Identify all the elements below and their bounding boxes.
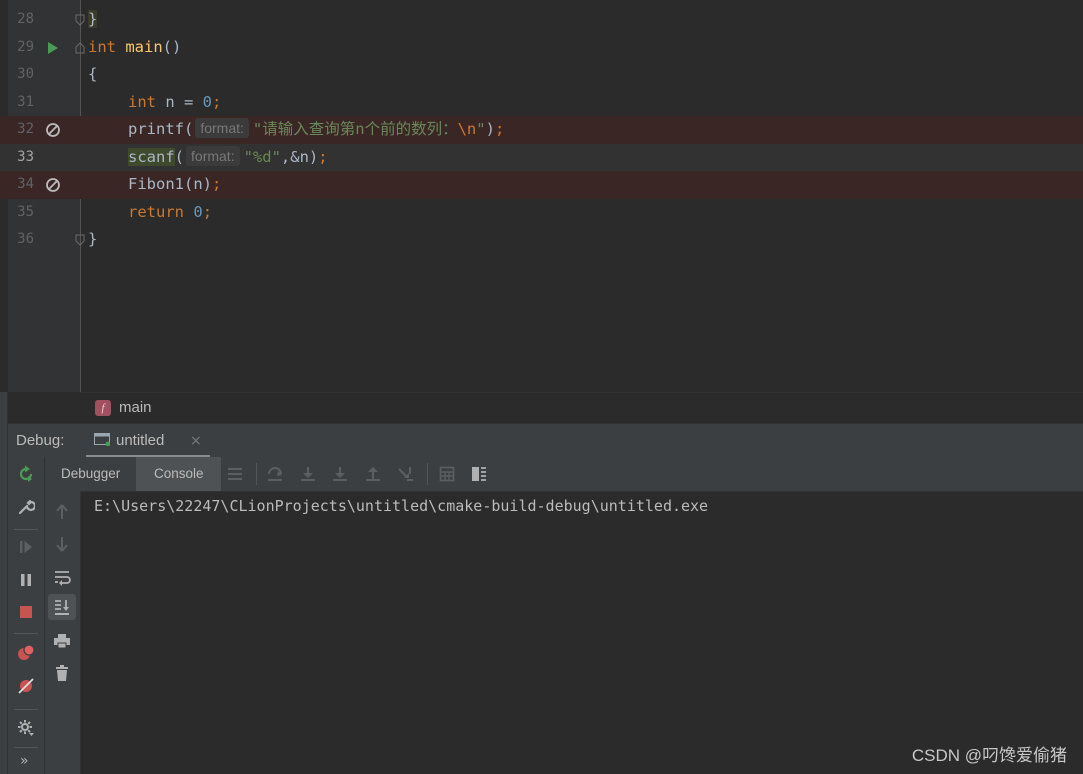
debug-tool-window-header: Debug: untitled × (8, 423, 1083, 458)
breadcrumb: f main (80, 392, 1083, 423)
menu-lines-icon[interactable] (226, 465, 244, 483)
scroll-to-end-button[interactable] (48, 594, 76, 620)
separator (14, 709, 38, 710)
line-number: 31 (17, 93, 34, 110)
print-icon[interactable] (53, 632, 71, 650)
run-to-cursor-icon[interactable] (397, 465, 415, 483)
code-editor[interactable]: 28 } 29 int main() 30 { 31 int n = 0; 32… (0, 0, 1083, 392)
code-text: } (88, 10, 98, 28)
line-number: 29 (17, 38, 34, 55)
code-text: } (88, 230, 98, 248)
line-number: 35 (17, 203, 34, 220)
code-text: { (88, 65, 98, 83)
fold-marker-icon[interactable] (75, 14, 85, 26)
line-number: 33 (17, 148, 34, 165)
console-window-icon (94, 433, 110, 446)
code-text: Fibon1(n); (128, 175, 222, 193)
step-into-icon[interactable] (299, 465, 317, 483)
force-step-into-icon[interactable] (331, 465, 349, 483)
fold-marker-icon[interactable] (75, 234, 85, 246)
code-line-35[interactable]: 35 return 0; (0, 199, 1083, 227)
more-actions-icon[interactable]: » (20, 753, 29, 769)
line-number: 30 (17, 66, 34, 82)
code-line-34[interactable]: 34 Fibon1(n); (0, 171, 1083, 199)
line-number: 36 (17, 231, 34, 247)
soft-wrap-icon[interactable] (53, 568, 71, 586)
code-line-29[interactable]: 29 int main() (0, 34, 1083, 62)
trash-icon[interactable] (53, 664, 71, 682)
code-line-30[interactable]: 30 { (0, 61, 1083, 89)
close-icon[interactable]: × (190, 424, 202, 458)
debug-title: Debug: (16, 432, 65, 449)
debug-panel: » Debugger Console E:\Users\22247\CLionP… (8, 457, 1083, 774)
code-text: int n = 0; (128, 92, 222, 111)
run-gutter-icon[interactable] (45, 40, 61, 56)
function-icon: f (95, 400, 111, 416)
separator (14, 747, 38, 748)
line-number: 34 (17, 176, 34, 192)
debug-action-bar: » (8, 457, 45, 774)
code-text: printf(format: "请输入查询第n个前的数列：\n"); (128, 118, 505, 138)
debug-tabs-toolbar: Debugger Console (45, 457, 1083, 492)
console-output[interactable]: E:\Users\22247\CLionProjects\untitled\cm… (94, 497, 708, 515)
fold-marker-icon[interactable] (75, 41, 85, 54)
code-line-31[interactable]: 31 int n = 0; (0, 89, 1083, 117)
code-line-32[interactable]: 32 printf(format: "请输入查询第n个前的数列：\n"); (0, 116, 1083, 144)
stop-icon[interactable] (17, 603, 35, 621)
code-line-36[interactable]: 36 } (0, 226, 1083, 254)
watermark: CSDN @叼馋爱偷猪 (911, 746, 1067, 765)
code-text: int main() (88, 37, 182, 56)
separator (256, 463, 257, 485)
arrow-down-icon[interactable] (53, 535, 71, 553)
settings-wrench-icon[interactable] (17, 498, 35, 516)
parameter-hint: format: (195, 118, 249, 138)
restore-layout-icon[interactable] (470, 465, 488, 483)
scroll-to-end-icon (55, 600, 69, 615)
mute-breakpoints-icon[interactable] (17, 677, 35, 695)
code-text: return 0; (128, 202, 213, 221)
separator (427, 463, 428, 485)
step-out-icon[interactable] (364, 465, 382, 483)
disabled-breakpoint-icon[interactable] (45, 177, 61, 193)
tab-debugger[interactable]: Debugger (61, 457, 120, 491)
parameter-hint: format: (186, 145, 240, 166)
tab-console[interactable]: Console (154, 457, 204, 491)
code-text: scanf(format: "%d",&n); (128, 145, 328, 166)
gear-icon[interactable] (17, 719, 35, 737)
rerun-icon[interactable] (17, 465, 35, 483)
breadcrumb-item-main[interactable]: main (119, 393, 152, 423)
line-number: 32 (17, 121, 34, 137)
line-number: 28 (17, 11, 34, 27)
run-config-tab[interactable]: untitled × (86, 424, 210, 458)
code-line-28[interactable]: 28 } (0, 6, 1083, 34)
view-breakpoints-icon[interactable] (17, 644, 35, 662)
disabled-breakpoint-icon[interactable] (45, 122, 61, 138)
step-over-icon[interactable] (266, 465, 284, 483)
separator (14, 633, 38, 634)
evaluate-expression-icon[interactable] (438, 465, 456, 483)
code-line-33[interactable]: 33 scanf(format: "%d",&n); (0, 143, 1083, 171)
arrow-up-icon[interactable] (53, 503, 71, 521)
run-tab-label: untitled (116, 432, 165, 449)
separator (14, 529, 38, 530)
pause-icon[interactable] (17, 571, 35, 589)
resume-program-icon[interactable] (17, 538, 35, 556)
